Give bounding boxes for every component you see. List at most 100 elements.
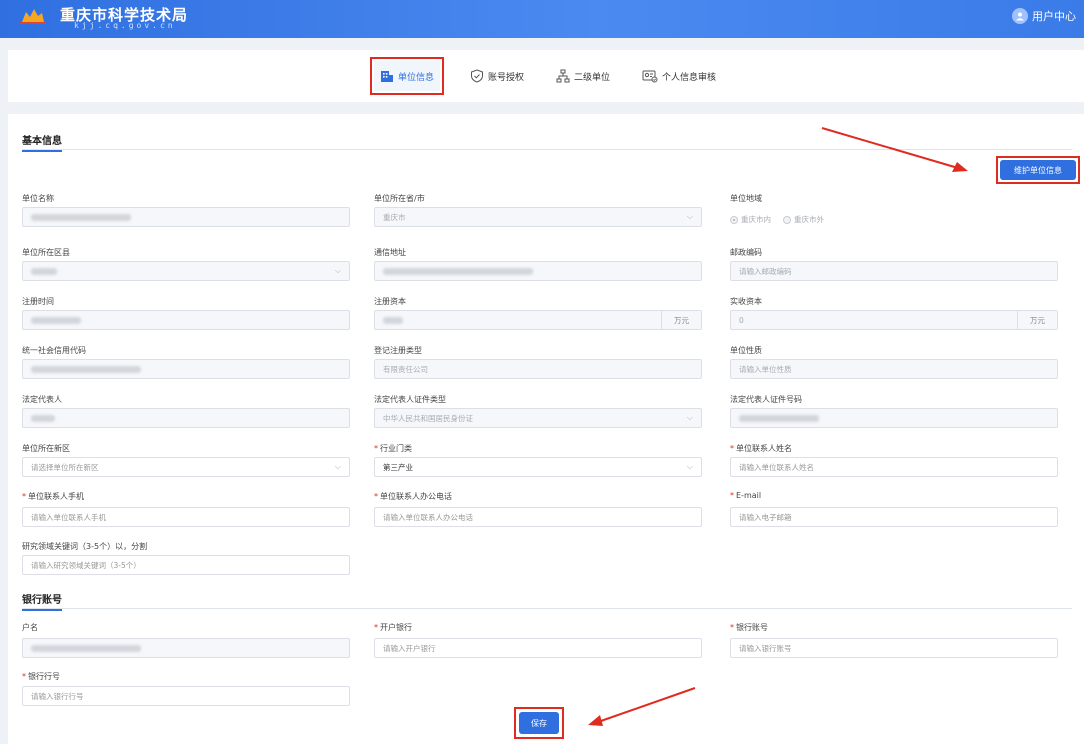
save-button[interactable]: 保存 (519, 712, 559, 734)
legal-rep-input[interactable] (22, 408, 350, 428)
label-unit-nature: 单位性质 (730, 346, 762, 355)
required-mark: * (730, 444, 734, 453)
tab-highlight-box: 单位信息 (369, 57, 444, 95)
redacted-value (739, 414, 819, 422)
section-title-bank: 银行账号 (22, 591, 62, 611)
new-area-placeholder: 请选择单位所在新区 (31, 462, 99, 472)
chevron-down-icon: ⌵ (334, 462, 341, 471)
contact-phone-placeholder: 请输入单位联系人手机 (31, 512, 106, 522)
tab-personal-review[interactable]: 个人信息审核 (636, 61, 722, 91)
shield-check-icon (470, 69, 483, 83)
reg-capital-input[interactable]: 万元 (374, 310, 702, 330)
label-text: 开户银行 (380, 623, 412, 632)
label-legal-id-type: 法定代表人证件类型 (374, 395, 446, 404)
radio-dot (730, 215, 738, 224)
label-industry: * 行业门类 (374, 443, 412, 454)
required-mark: * (730, 623, 734, 632)
industry-select[interactable]: 第三产业 ⌵ (374, 457, 702, 477)
address-input[interactable] (374, 261, 702, 281)
required-mark: * (22, 492, 26, 501)
label-province: 单位所在省/市 (374, 194, 425, 203)
reg-type-value: 有限责任公司 (383, 364, 428, 374)
province-select[interactable]: 重庆市 ⌵ (374, 207, 702, 227)
label-text: 单位联系人办公电话 (380, 492, 452, 501)
paid-capital-value: 0 (739, 315, 744, 325)
label-text: 单位联系人姓名 (736, 444, 792, 453)
email-input[interactable]: 请输入电子邮箱 (730, 507, 1058, 527)
label-office-phone: * 单位联系人办公电话 (374, 491, 452, 502)
unit-nature-input[interactable]: 请输入单位性质 (730, 359, 1058, 379)
contact-name-placeholder: 请输入单位联系人姓名 (739, 462, 814, 472)
label-new-area: 单位所在新区 (22, 444, 70, 453)
account-no-placeholder: 请输入银行账号 (739, 643, 792, 653)
credit-code-input[interactable] (22, 359, 350, 379)
label-district: 单位所在区县 (22, 248, 70, 257)
unit-suffix: 万元 (661, 311, 701, 329)
logo-icon (20, 9, 46, 24)
reg-time-input[interactable] (22, 310, 350, 330)
label-text: 行业门类 (380, 444, 412, 453)
org-chart-icon (556, 69, 570, 83)
unit-name-input[interactable] (22, 207, 350, 227)
redacted-value (31, 213, 131, 221)
label-reg-capital: 注册资本 (374, 297, 406, 306)
bank-code-input[interactable]: 请输入银行行号 (22, 686, 350, 706)
label-unit-name: 单位名称 (22, 194, 54, 203)
account-no-input[interactable]: 请输入银行账号 (730, 638, 1058, 658)
keywords-input[interactable]: 请输入研究领域关键词（3-5个） (22, 555, 350, 575)
keywords-placeholder: 请输入研究领域关键词（3-5个） (31, 560, 141, 570)
reg-type-input[interactable]: 有限责任公司 (374, 359, 702, 379)
redacted-value (383, 316, 403, 324)
radio-label: 重庆市内 (741, 215, 771, 224)
divider (22, 608, 1072, 609)
unit-suffix: 万元 (1017, 311, 1057, 329)
tab-sub-units[interactable]: 二级单位 (550, 61, 616, 91)
bank-name-placeholder: 请输入开户银行 (383, 643, 436, 653)
tab-unit-info[interactable]: 单位信息 (373, 61, 440, 91)
postcode-input[interactable]: 请输入邮政编码 (730, 261, 1058, 281)
tab-account-auth[interactable]: 账号授权 (464, 61, 530, 91)
radio-in-city[interactable]: 重庆市内 (730, 214, 771, 225)
label-postcode: 邮政编码 (730, 248, 762, 257)
chevron-down-icon: ⌵ (686, 413, 693, 422)
region-radio-group: 重庆市内 重庆市外 (730, 214, 824, 225)
contact-name-input[interactable]: 请输入单位联系人姓名 (730, 457, 1058, 477)
required-mark: * (374, 444, 378, 453)
paid-capital-input[interactable]: 0 万元 (730, 310, 1058, 330)
province-value: 重庆市 (383, 212, 406, 222)
bank-name-input[interactable]: 请输入开户银行 (374, 638, 702, 658)
office-phone-placeholder: 请输入单位联系人办公电话 (383, 512, 473, 522)
radio-dot (783, 215, 791, 224)
redacted-value (31, 414, 55, 422)
label-legal-id-no: 法定代表人证件号码 (730, 395, 802, 404)
account-name-input[interactable] (22, 638, 350, 658)
contact-phone-input[interactable]: 请输入单位联系人手机 (22, 507, 350, 527)
label-bank-name: * 开户银行 (374, 622, 412, 633)
id-card-check-icon (642, 70, 658, 83)
label-region: 单位地域 (730, 194, 762, 203)
label-account-name: 户名 (22, 623, 38, 632)
section-title-basic: 基本信息 (22, 132, 62, 152)
maintain-unit-info-button[interactable]: 维护单位信息 (1000, 160, 1076, 180)
redacted-value (31, 267, 57, 275)
label-text: 单位联系人手机 (28, 492, 84, 501)
label-reg-time: 注册时间 (22, 297, 54, 306)
tab-label: 二级单位 (574, 72, 611, 83)
legal-id-no-input[interactable] (730, 408, 1058, 428)
required-mark: * (730, 491, 734, 500)
bank-code-placeholder: 请输入银行行号 (31, 691, 84, 701)
new-area-select[interactable]: 请选择单位所在新区 ⌵ (22, 457, 350, 477)
radio-out-city[interactable]: 重庆市外 (783, 214, 824, 225)
top-header: 重庆市科学技术局 kjj.cq.gov.cn 用户中心 (0, 0, 1084, 38)
user-center-link[interactable]: 用户中心 (1012, 8, 1076, 24)
email-placeholder: 请输入电子邮箱 (739, 512, 792, 522)
label-credit-code: 统一社会信用代码 (22, 346, 86, 355)
district-select[interactable]: ⌵ (22, 261, 350, 281)
label-paid-capital: 实收资本 (730, 297, 762, 306)
label-bank-code: * 银行行号 (22, 671, 60, 682)
redacted-value (31, 644, 141, 652)
office-phone-input[interactable]: 请输入单位联系人办公电话 (374, 507, 702, 527)
legal-id-type-select[interactable]: 中华人民共和国居民身份证 ⌵ (374, 408, 702, 428)
chevron-down-icon: ⌵ (686, 462, 693, 471)
main-panel: 基本信息 维护单位信息 单位名称 单位所在省/市 重庆市 ⌵ 单位地域 重庆市内… (8, 114, 1084, 744)
